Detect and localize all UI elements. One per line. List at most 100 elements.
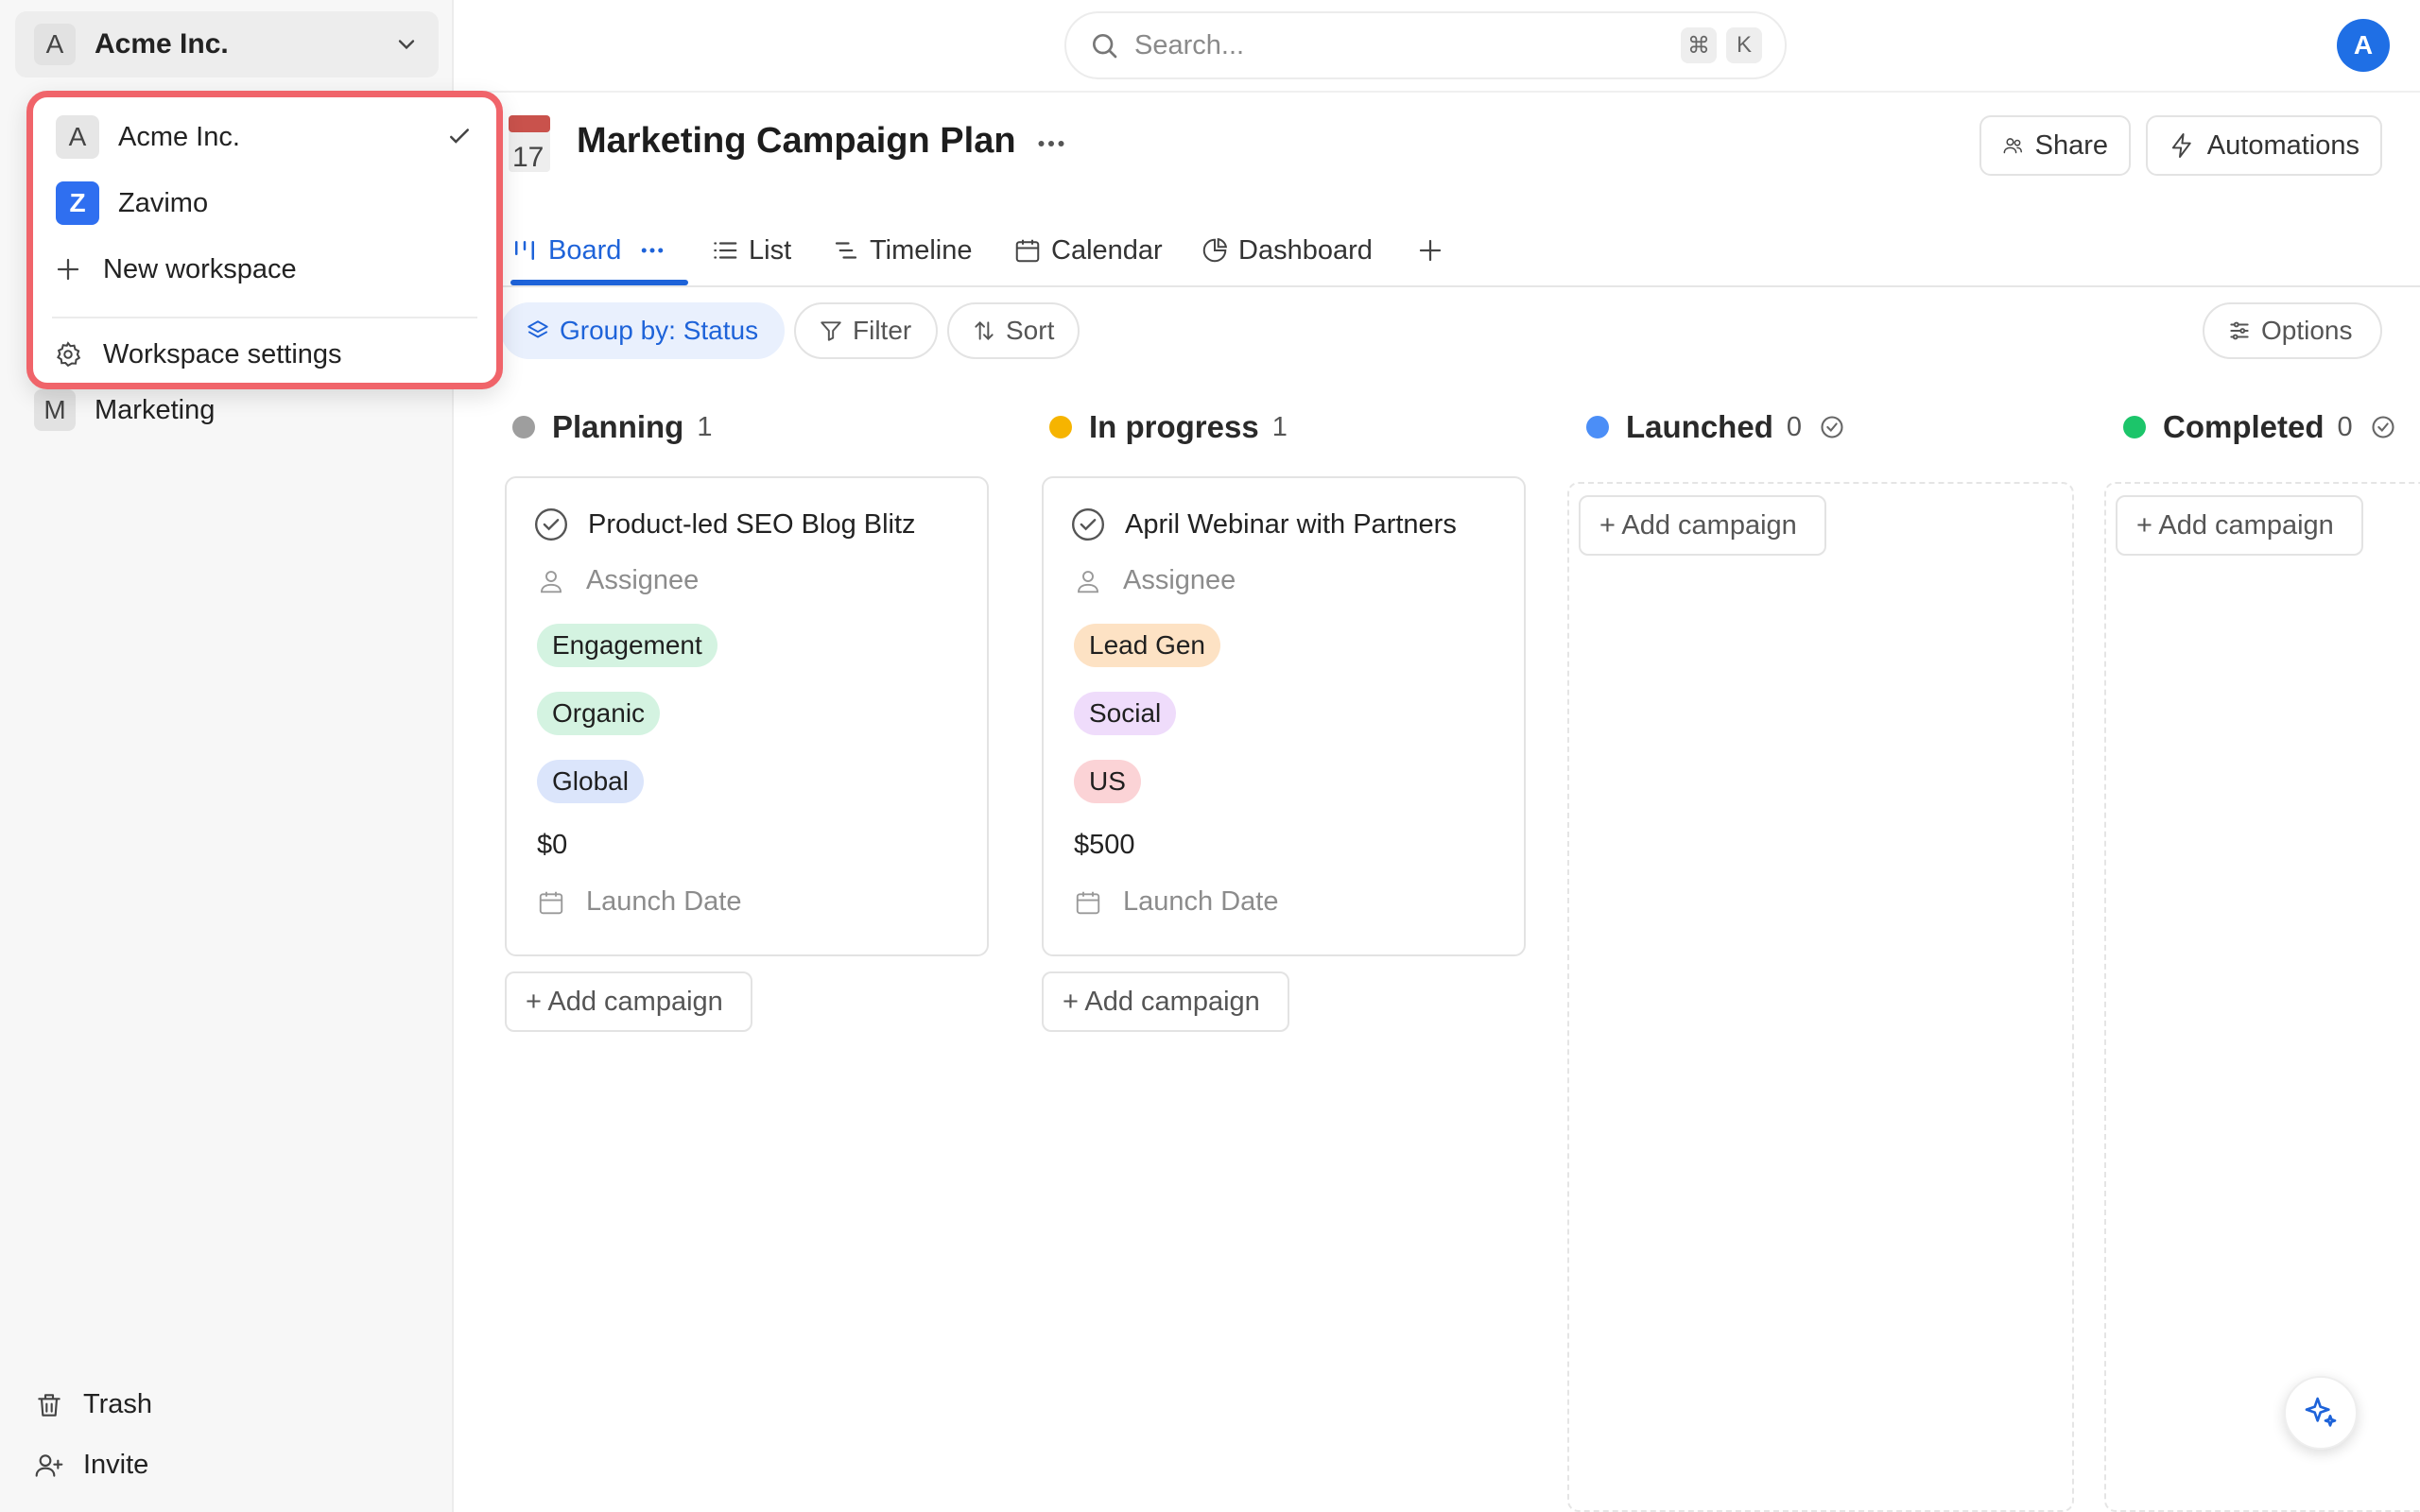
assignee-label: Assignee	[1123, 565, 1236, 595]
sort-label: Sort	[1006, 316, 1055, 345]
plus-icon	[1419, 239, 1442, 262]
shortcut-key-cmd: ⌘	[1681, 27, 1717, 63]
workspace-switcher[interactable]: A Acme Inc.	[15, 11, 439, 77]
budget-amount: $500	[1074, 830, 1135, 860]
sort-button[interactable]: Sort	[947, 302, 1080, 359]
sparkle-icon	[2305, 1397, 2337, 1427]
search-input[interactable]	[1134, 29, 1671, 61]
assignee-field[interactable]: Assignee	[1074, 565, 1236, 596]
launch-date-field[interactable]: Launch Date	[1074, 886, 1278, 918]
search-icon	[1093, 34, 1117, 59]
add-campaign-button[interactable]: + Add campaign	[1579, 495, 1826, 556]
add-campaign-button[interactable]: + Add campaign	[505, 971, 752, 1032]
calendar-icon	[1076, 891, 1100, 914]
workspace-option-zavimo[interactable]: Z Zavimo	[56, 175, 474, 232]
launch-date-label: Launch Date	[586, 886, 742, 917]
sliders-icon	[2230, 321, 2249, 340]
user-plus-icon	[35, 1453, 63, 1477]
more-icon[interactable]	[1034, 127, 1068, 161]
launch-date-field[interactable]: Launch Date	[537, 886, 741, 918]
column-title: Planning	[552, 409, 684, 444]
column-title: Launched	[1626, 409, 1773, 444]
tab-label: Calendar	[1051, 234, 1163, 266]
add-view-button[interactable]	[1416, 215, 1454, 285]
automations-button[interactable]: Automations	[2146, 115, 2382, 176]
tab-timeline[interactable]: Timeline	[832, 215, 973, 285]
trash-icon	[38, 1393, 60, 1417]
person-icon	[1078, 570, 1098, 593]
workspace-avatar: A	[56, 115, 99, 159]
group-by-label: Group by: Status	[560, 316, 759, 345]
divider	[454, 285, 2420, 287]
sidebar-item-label: Invite	[83, 1450, 149, 1480]
search-bar[interactable]: ⌘ K	[1064, 11, 1787, 79]
tab-calendar[interactable]: Calendar	[1013, 215, 1163, 285]
sidebar-item-invite[interactable]: Invite	[34, 1450, 148, 1481]
tag: Global	[537, 760, 644, 803]
filter-button[interactable]: Filter	[794, 302, 938, 359]
status-dot	[2123, 416, 2146, 438]
workspace-option-acme[interactable]: A Acme Inc.	[56, 109, 474, 165]
status-dot	[512, 416, 535, 438]
tab-list[interactable]: List	[711, 215, 791, 285]
workspace-name: Acme Inc.	[95, 28, 229, 60]
divider	[454, 91, 2420, 93]
card-title-row: April Webinar with Partners	[1070, 507, 1457, 542]
check-circle-icon	[2372, 416, 2394, 438]
ai-assistant-button[interactable]	[2284, 1376, 2358, 1450]
column-count: 1	[697, 411, 713, 442]
add-campaign-button[interactable]: + Add campaign	[1042, 971, 1289, 1032]
share-label: Share	[2034, 129, 2108, 161]
divider	[52, 317, 477, 318]
launch-date-label: Launch Date	[1123, 886, 1279, 917]
tab-label: Timeline	[870, 234, 973, 266]
user-avatar[interactable]: A	[2337, 19, 2390, 72]
column-count: 1	[1271, 411, 1288, 442]
new-workspace-button[interactable]: New workspace	[46, 241, 474, 298]
tab-label: Board	[548, 234, 622, 266]
column-header-completed: Completed 0	[2123, 404, 2396, 450]
budget-amount: $0	[537, 830, 568, 860]
page-title: Marketing Campaign Plan	[577, 121, 1016, 161]
card-title: April Webinar with Partners	[1125, 508, 1457, 540]
column-title: In progress	[1089, 409, 1259, 444]
gear-icon	[57, 341, 81, 368]
sort-icon	[975, 320, 994, 341]
tag: Lead Gen	[1074, 624, 1220, 667]
tab-label: Dashboard	[1238, 234, 1373, 266]
card-title: Product-led SEO Blog Blitz	[588, 508, 916, 540]
svg-text:17: 17	[512, 142, 544, 172]
workspace-settings-button[interactable]: Workspace settings	[46, 326, 474, 383]
shortcut-key-k: K	[1726, 27, 1762, 63]
check-circle-icon[interactable]	[1070, 507, 1106, 542]
share-button[interactable]: Share	[1979, 115, 2131, 176]
check-circle-icon	[1821, 416, 1843, 438]
check-circle-icon[interactable]	[533, 507, 569, 542]
workspace-avatar: A	[34, 24, 76, 65]
tag: Organic	[537, 692, 661, 735]
assignee-field[interactable]: Assignee	[537, 565, 699, 596]
sidebar-item-trash[interactable]: Trash	[34, 1389, 152, 1420]
options-button[interactable]: Options	[2203, 302, 2382, 359]
status-dot	[1586, 416, 1609, 438]
workspace-option-label: Zavimo	[118, 187, 209, 218]
calendar-icon	[539, 891, 563, 914]
pie-chart-icon	[1202, 237, 1228, 263]
tag: US	[1074, 760, 1141, 803]
campaign-card[interactable]: April Webinar with Partners Assignee Lea…	[1042, 476, 1526, 956]
workspace-settings-label: Workspace settings	[103, 338, 342, 369]
add-campaign-button[interactable]: + Add campaign	[2116, 495, 2363, 556]
tab-dashboard[interactable]: Dashboard	[1201, 215, 1373, 285]
person-icon	[541, 570, 562, 593]
sidebar-item-label: Trash	[83, 1389, 153, 1419]
workspace-avatar: Z	[56, 181, 99, 225]
sidebar-item-marketing[interactable]: M Marketing	[34, 389, 215, 431]
status-dot	[1049, 416, 1072, 438]
filter-label: Filter	[853, 316, 912, 345]
more-icon[interactable]	[638, 236, 666, 265]
group-by-button[interactable]: Group by: Status	[501, 302, 785, 359]
tab-board[interactable]: Board	[510, 215, 676, 285]
empty-column-dropzone	[2104, 482, 2420, 1512]
campaign-card[interactable]: Product-led SEO Blog Blitz Assignee Enga…	[505, 476, 989, 956]
column-header-in-progress: In progress 1	[1049, 404, 1288, 450]
